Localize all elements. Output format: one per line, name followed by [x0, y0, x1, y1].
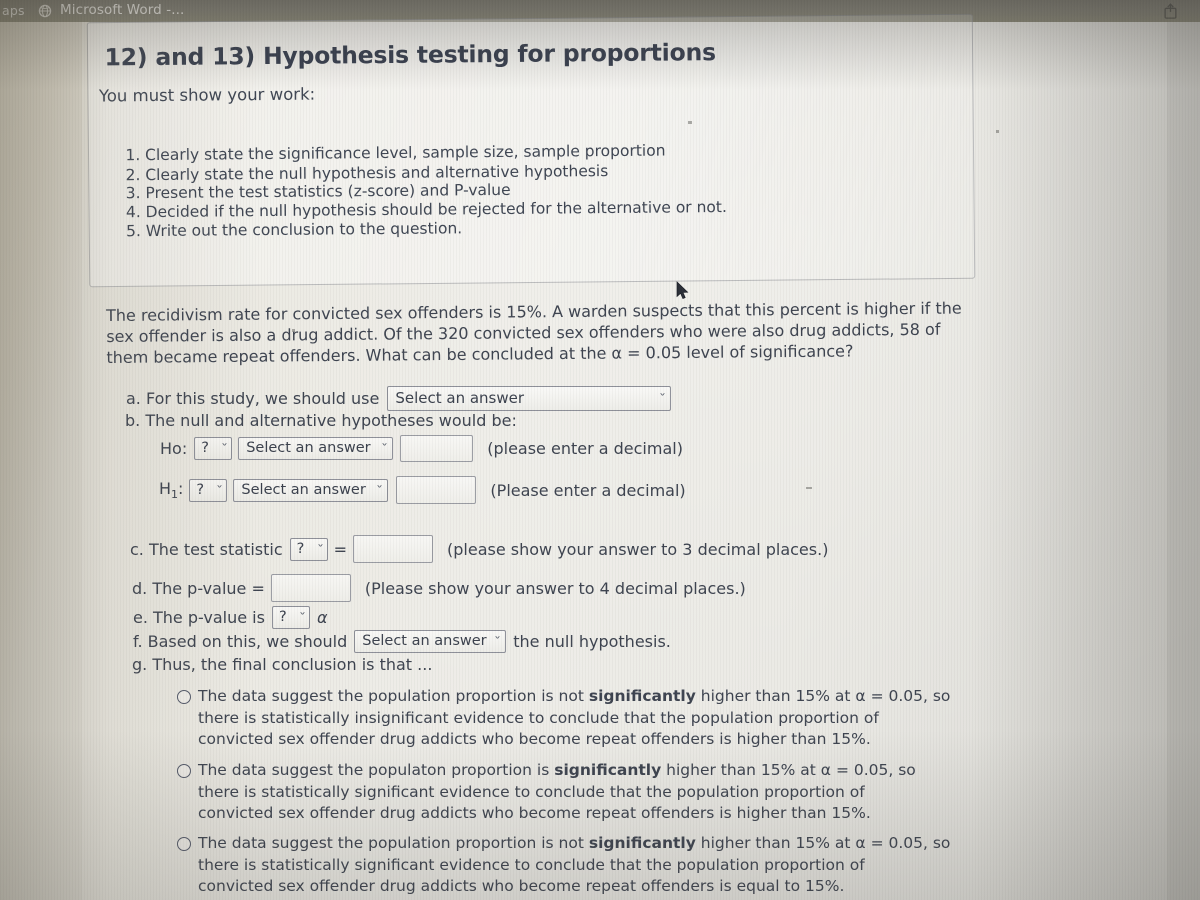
option-1-line-2: there is statistically insignificant evi…	[198, 708, 879, 727]
ho-value-input[interactable]	[400, 435, 474, 462]
h1-subscript: 1	[171, 488, 179, 502]
conclusion-option-1-text: The data suggest the population proporti…	[198, 686, 950, 751]
part-c-hint: (please show your answer to 3 decimal pl…	[447, 539, 829, 559]
h1-label: H1:	[159, 479, 183, 501]
option-1-l1-c: higher than 15% at α = 0.05, so	[695, 687, 951, 705]
option-3-line-2: there is statistically significant evide…	[198, 855, 865, 874]
part-f-label-after: the null hypothesis.	[513, 632, 671, 651]
chevron-down-icon: ˅	[381, 443, 389, 454]
part-a-label: a. For this study, we should use	[126, 389, 380, 408]
option-3-line-3: convicted sex offender drug addicts who …	[198, 877, 845, 895]
option-2-l1-c: higher than 15% at α = 0.05, so	[661, 761, 916, 779]
part-a-select[interactable]: Select an answer ˅	[387, 386, 672, 411]
part-c-value-input[interactable]	[353, 535, 434, 563]
chevron-down-icon: ˅	[659, 393, 667, 404]
requirement-item-2: 2. Clearly state the null hypothesis and…	[125, 162, 609, 185]
h1-row: H1: ? ˅ Select an answer ˅ (Please enter…	[159, 476, 686, 504]
part-e-alpha: α	[316, 608, 328, 627]
ho-answer-value: Select an answer	[246, 440, 371, 456]
h1-colon: :	[178, 478, 184, 498]
part-c-symbol-select[interactable]: ? ˅	[289, 537, 328, 561]
mouse-pointer	[676, 281, 689, 300]
part-f-row: f. Based on this, we should Select an an…	[133, 630, 671, 653]
chevron-down-icon: ˅	[316, 543, 324, 555]
part-c-symbol-value: ?	[296, 540, 305, 557]
part-c-equals: =	[333, 539, 348, 559]
option-2-l1-a: The data suggest the populaton proportio…	[198, 761, 555, 779]
chevron-down-icon: ˅	[298, 612, 307, 623]
ho-answer-select[interactable]: Select an answer ˅	[238, 437, 394, 460]
part-d-hint: (Please show your answer to 4 decimal pl…	[364, 578, 746, 598]
h1-value-input[interactable]	[396, 476, 477, 504]
part-a-select-value: Select an answer	[395, 389, 525, 407]
option-3-l1-a: The data suggest the population proporti…	[198, 834, 589, 852]
option-2-line-1: The data suggest the populaton proportio…	[198, 760, 916, 782]
h1-label-text: H	[159, 478, 172, 498]
h1-answer-value: Select an answer	[241, 481, 366, 498]
page-title: 12) and 13) Hypothesis testing for propo…	[104, 38, 716, 72]
ho-row: Ho: ? ˅ Select an answer ˅ (please enter…	[160, 435, 683, 462]
option-1-l1-a: The data suggest the population proporti…	[198, 687, 589, 705]
option-2-l1-bold: significantly	[554, 761, 662, 779]
part-a-row: a. For this study, we should use Select …	[126, 386, 672, 411]
chevron-down-icon: ˅	[221, 443, 229, 454]
dust-speck	[688, 121, 692, 124]
part-d-row: d. The p-value = (Please show your answe…	[132, 574, 746, 602]
h1-answer-select[interactable]: Select an answer ˅	[233, 478, 389, 502]
requirement-item-4: 4. Decided if the null hypothesis should…	[125, 198, 727, 222]
problem-statement: The recidivism rate for convicted sex of…	[106, 297, 977, 368]
ho-symbol-value: ?	[201, 440, 209, 456]
conclusion-option-1[interactable]: The data suggest the population proporti…	[177, 686, 1007, 751]
part-f-label-before: f. Based on this, we should	[133, 632, 348, 651]
conclusion-option-2[interactable]: The data suggest the populaton proportio…	[177, 760, 1007, 825]
option-2-line-3: convicted sex offender drug addicts who …	[198, 804, 871, 822]
part-e-row: e. The p-value is ? ˅ α	[133, 606, 327, 629]
part-d-label: d. The p-value =	[132, 578, 265, 598]
conclusion-option-3[interactable]: The data suggest the population proporti…	[177, 833, 1007, 898]
part-e-symbol-select[interactable]: ? ˅	[271, 606, 310, 629]
photographed-screen: aps Microsoft Word -... 12) and 13) Hypo…	[0, 0, 1200, 900]
chevron-down-icon: ˅	[216, 484, 224, 496]
dust-speck	[996, 130, 999, 133]
option-2-line-2: there is statistically significant evide…	[198, 782, 865, 801]
conclusion-option-3-text: The data suggest the population proporti…	[198, 833, 950, 898]
h1-symbol-value: ?	[196, 481, 205, 498]
requirement-item-5: 5. Write out the conclusion to the quest…	[125, 219, 463, 241]
option-1-line-3: convicted sex offender drug addicts who …	[198, 730, 871, 748]
option-1-l1-bold: significantly	[588, 687, 696, 705]
part-f-select-value: Select an answer	[362, 633, 487, 649]
dust-speck	[292, 329, 295, 332]
chevron-down-icon: ˅	[494, 636, 502, 647]
option-1-line-1: The data suggest the population proporti…	[198, 686, 950, 708]
option-3-l1-c: higher than 15% at α = 0.05, so	[695, 834, 951, 852]
part-c-label: c. The test statistic	[130, 539, 283, 559]
radio-button-icon[interactable]	[177, 837, 191, 851]
part-e-label: e. The p-value is	[133, 608, 265, 627]
conclusion-option-2-text: The data suggest the populaton proportio…	[198, 760, 916, 825]
radio-button-icon[interactable]	[177, 690, 191, 704]
show-work-label: You must show your work:	[98, 84, 316, 106]
ho-symbol-select[interactable]: ? ˅	[194, 437, 233, 460]
part-e-symbol-value: ?	[278, 609, 287, 625]
part-d-value-input[interactable]	[270, 574, 351, 602]
option-3-l1-bold: significantly	[588, 834, 696, 852]
requirement-item-1: 1. Clearly state the significance level,…	[125, 141, 666, 165]
ho-label: Ho:	[160, 439, 188, 458]
requirement-item-3: 3. Present the test statistics (z-score)…	[125, 180, 511, 203]
h1-hint: (Please enter a decimal)	[490, 480, 686, 500]
part-g-label: g. Thus, the final conclusion is that ..…	[132, 655, 433, 674]
h1-symbol-select[interactable]: ? ˅	[189, 478, 228, 502]
chevron-down-icon: ˅	[376, 484, 384, 496]
dust-speck	[806, 487, 812, 489]
radio-button-icon[interactable]	[177, 764, 191, 778]
part-g-row: g. Thus, the final conclusion is that ..…	[132, 655, 432, 674]
part-c-row: c. The test statistic ? ˅ = (please show…	[130, 535, 828, 563]
part-f-select[interactable]: Select an answer ˅	[354, 630, 507, 653]
part-b-label-text: b. The null and alternative hypotheses w…	[125, 411, 517, 430]
ho-hint: (please enter a decimal)	[487, 439, 683, 458]
part-b-label: b. The null and alternative hypotheses w…	[125, 411, 517, 430]
option-3-line-1: The data suggest the population proporti…	[198, 833, 950, 855]
